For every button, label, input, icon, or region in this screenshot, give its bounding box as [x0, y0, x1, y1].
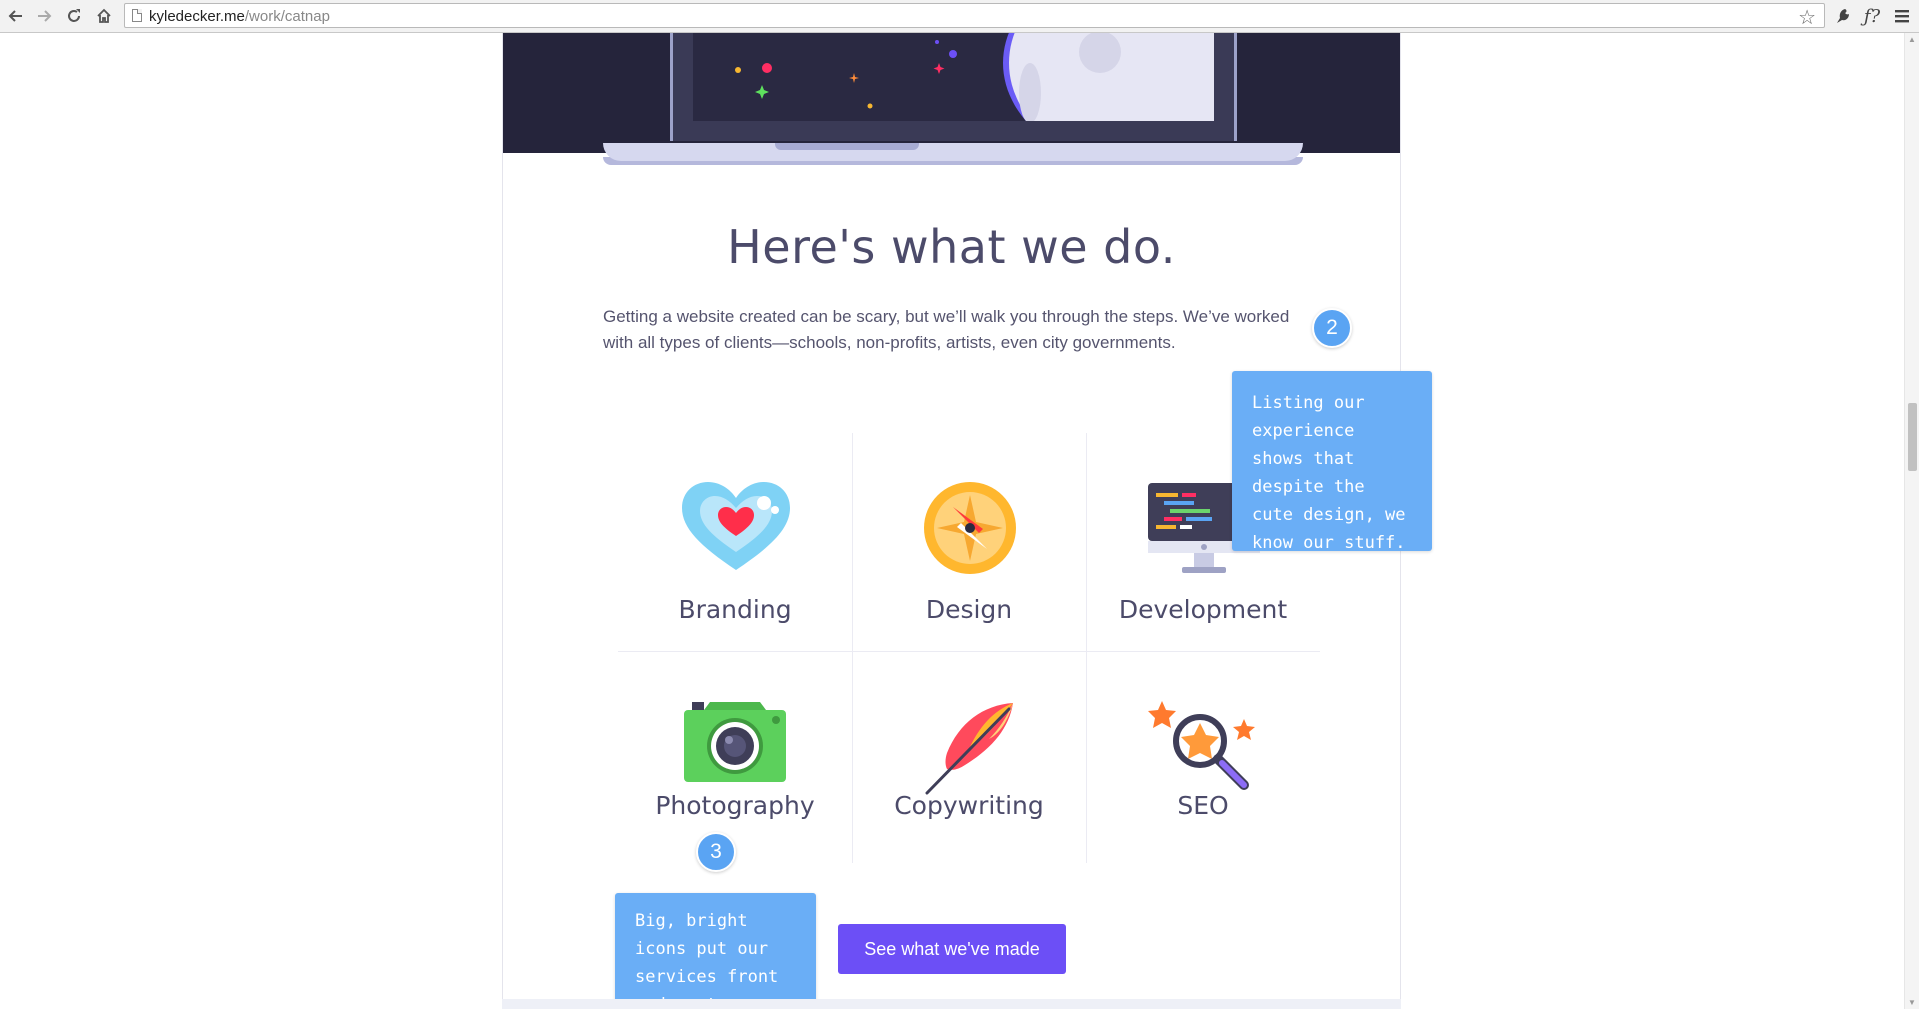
hero-banner [503, 33, 1400, 153]
laptop-screen [693, 33, 1214, 121]
service-photography: Photography [618, 651, 852, 869]
vertical-scrollbar[interactable]: ▲ ▼ [1904, 33, 1919, 1009]
address-bar[interactable]: kyledecker.me/work/catnap ☆ [124, 3, 1825, 30]
annotation-note-2: Listing our experience shows that despit… [1232, 371, 1432, 553]
reload-icon [68, 9, 80, 22]
service-label: Design [925, 595, 1013, 624]
service-design: Design [852, 433, 1086, 651]
section-intro: Getting a website created can be scary, … [603, 307, 1290, 352]
home-icon [97, 8, 111, 23]
bookmark-star-icon[interactable]: ☆ [1798, 5, 1816, 30]
annotation-note-3: Big, bright icons put our services front… [615, 893, 816, 1009]
url-host: kyledecker.me [149, 8, 245, 25]
magnifier-icon [1148, 701, 1255, 790]
service-branding: Branding [618, 433, 852, 651]
menu-button[interactable] [1890, 4, 1914, 28]
see-work-button[interactable]: See what we've made [838, 924, 1066, 974]
laptop-illustration [670, 33, 1237, 141]
service-label: Photography [655, 791, 815, 820]
scroll-up-icon[interactable]: ▲ [1908, 35, 1916, 44]
annotation-badge-3: 3 [696, 832, 736, 872]
arrow-right-icon [38, 10, 52, 22]
service-label: Branding [678, 595, 792, 624]
feather-icon [925, 703, 1013, 795]
url-text[interactable]: kyledecker.me/work/catnap [149, 8, 330, 25]
section-heading: Here's what we do. [727, 220, 1176, 274]
heart-icon [682, 482, 790, 570]
browser-toolbar: kyledecker.me/work/catnap ☆ ƒ? [0, 0, 1919, 33]
camera-icon [684, 702, 786, 782]
laptop-notch [775, 143, 919, 150]
services-grid: Branding Design Development Photography … [618, 433, 1320, 863]
page-icon [132, 9, 142, 22]
next-section-edge [502, 999, 1401, 1009]
service-label: Copywriting [894, 791, 1044, 820]
font-extension-button[interactable]: ƒ? [1858, 4, 1886, 28]
compass-icon [924, 482, 1016, 574]
service-label: SEO [1177, 791, 1229, 820]
url-path: /work/catnap [244, 8, 330, 25]
home-button[interactable] [92, 4, 116, 28]
service-label: Development [1118, 595, 1288, 624]
extension-bird-icon [1837, 9, 1849, 23]
scroll-thumb[interactable] [1908, 403, 1917, 471]
service-copywriting: Copywriting [852, 651, 1086, 869]
hamburger-menu-icon [1895, 10, 1909, 23]
back-button[interactable] [4, 4, 28, 28]
forward-button[interactable] [32, 4, 56, 28]
service-seo: SEO [1086, 651, 1320, 869]
annotation-badge-2: 2 [1312, 308, 1352, 348]
page-viewport: Here's what we do. Getting a website cre… [0, 33, 1904, 1009]
arrow-left-icon [8, 10, 22, 22]
extension-button[interactable] [1832, 4, 1854, 28]
moon-graphic [1003, 33, 1214, 121]
reload-button[interactable] [62, 4, 86, 28]
scroll-down-icon[interactable]: ▼ [1908, 998, 1916, 1007]
laptop-base [603, 143, 1303, 161]
